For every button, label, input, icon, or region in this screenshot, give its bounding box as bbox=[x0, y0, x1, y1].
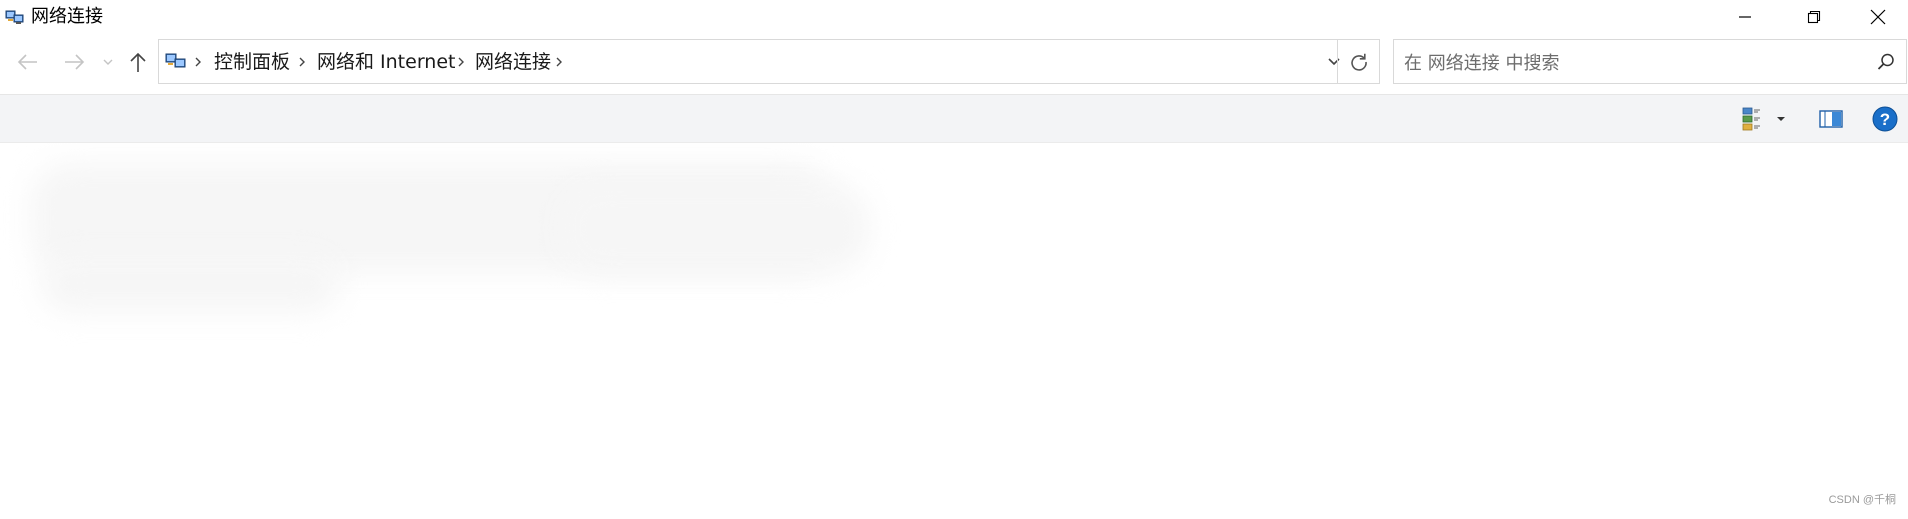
blurred-region bbox=[560, 183, 870, 273]
breadcrumb-network-connections[interactable]: 网络连接 bbox=[475, 50, 551, 74]
chevron-right-icon bbox=[556, 57, 562, 67]
chevron-right-icon bbox=[195, 57, 201, 67]
back-button[interactable] bbox=[12, 46, 44, 78]
breadcrumb-network-internet[interactable]: 网络和 Internet bbox=[317, 50, 455, 74]
dropdown-arrow-icon bbox=[1777, 117, 1785, 121]
breadcrumb-separator[interactable] bbox=[191, 52, 205, 72]
search-input[interactable] bbox=[1402, 48, 1866, 78]
refresh-icon bbox=[1350, 53, 1367, 71]
refresh-button[interactable] bbox=[1337, 39, 1380, 84]
title-bar: 网络连接 bbox=[0, 0, 1908, 36]
arrow-right-icon bbox=[65, 54, 85, 70]
help-label: ? bbox=[1880, 110, 1890, 129]
arrow-up-icon bbox=[130, 52, 146, 72]
chevron-right-icon bbox=[458, 57, 464, 67]
forward-button[interactable] bbox=[58, 46, 90, 78]
explorer-window: 网络连接 控制面板 网络和 Internet 网络连接 在 网络连接 中搜索 ?… bbox=[0, 0, 1908, 519]
breadcrumb-control-panel[interactable]: 控制面板 bbox=[214, 50, 290, 74]
restore-button[interactable] bbox=[1779, 0, 1848, 34]
chevron-right-icon bbox=[299, 57, 305, 67]
file-list-area[interactable]: CSDN @千桐 bbox=[0, 143, 1908, 519]
preview-pane-icon bbox=[1819, 110, 1843, 128]
close-icon bbox=[1870, 9, 1886, 25]
help-button[interactable]: ? bbox=[1870, 104, 1900, 134]
close-button[interactable] bbox=[1848, 0, 1908, 34]
minimize-button[interactable] bbox=[1710, 0, 1779, 34]
breadcrumb-separator[interactable] bbox=[552, 52, 566, 72]
window-title: 网络连接 bbox=[31, 6, 103, 27]
network-connections-icon bbox=[165, 53, 186, 68]
breadcrumb-separator[interactable] bbox=[295, 52, 309, 72]
breadcrumb-separator[interactable] bbox=[454, 52, 468, 72]
help-icon: ? bbox=[1872, 106, 1898, 132]
change-view-button[interactable] bbox=[1740, 104, 1790, 134]
address-bar[interactable]: 控制面板 网络和 Internet 网络连接 bbox=[158, 39, 1380, 84]
watermark: CSDN @千桐 bbox=[1828, 494, 1896, 506]
minimize-icon bbox=[1738, 16, 1751, 18]
arrow-left-icon bbox=[17, 54, 37, 70]
change-view-icon bbox=[1742, 107, 1760, 131]
recent-locations-button[interactable] bbox=[100, 46, 116, 78]
up-button[interactable] bbox=[124, 46, 152, 78]
search-box[interactable] bbox=[1393, 39, 1907, 84]
restore-icon bbox=[1807, 10, 1820, 24]
preview-pane-button[interactable] bbox=[1816, 104, 1846, 134]
network-connections-icon bbox=[5, 10, 24, 24]
chevron-down-icon bbox=[103, 59, 113, 65]
blurred-region bbox=[40, 253, 340, 313]
command-bar: ? bbox=[0, 94, 1908, 143]
search-icon[interactable] bbox=[1876, 52, 1896, 72]
